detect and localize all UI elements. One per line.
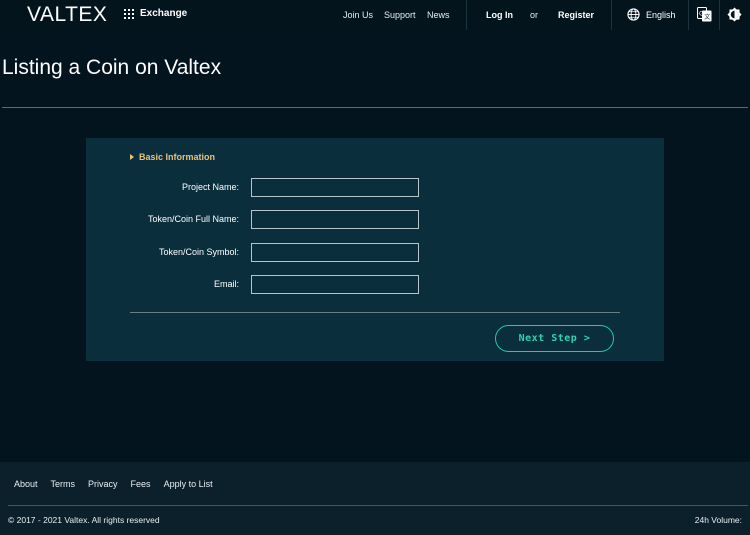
listing-form-card: Basic Information Project Name: Token/Co… <box>86 138 664 361</box>
theme-toggle-icon[interactable] <box>727 7 742 22</box>
title-divider <box>2 107 748 108</box>
register-link[interactable]: Register <box>558 10 594 20</box>
valtex-logo[interactable]: VALTEX <box>27 3 107 27</box>
email-input[interactable] <box>251 275 419 294</box>
page-title: Listing a Coin on Valtex <box>2 56 222 79</box>
nav-divider <box>688 0 689 30</box>
nav-divider <box>611 0 612 30</box>
email-label: Email: <box>213 279 239 289</box>
nav-divider <box>719 0 720 30</box>
footer-link-privacy[interactable]: Privacy <box>88 479 118 489</box>
project-name-input[interactable] <box>251 178 419 197</box>
token-full-name-input[interactable] <box>251 210 419 229</box>
form-row-token-symbol: Token/Coin Symbol: <box>86 243 664 263</box>
footer-divider <box>8 505 748 506</box>
grid-icon <box>124 8 134 19</box>
svg-text:G: G <box>699 11 704 18</box>
footer-link-apply-to-list[interactable]: Apply to List <box>164 479 213 489</box>
or-text: or <box>530 10 539 20</box>
footer-links: About Terms Privacy Fees Apply to List <box>14 479 226 489</box>
news-link[interactable]: News <box>427 10 450 20</box>
join-us-link[interactable]: Join Us <box>343 10 373 20</box>
language-selector[interactable]: English <box>646 10 676 20</box>
form-divider <box>130 312 620 313</box>
form-row-token-full-name: Token/Coin Full Name: <box>86 210 664 230</box>
support-link[interactable]: Support <box>384 10 416 20</box>
section-header[interactable]: Basic Information <box>130 152 215 162</box>
next-step-button[interactable]: Next Step > <box>495 325 614 352</box>
exchange-menu[interactable]: Exchange <box>124 8 187 19</box>
globe-icon[interactable] <box>627 8 640 21</box>
token-symbol-label: Token/Coin Symbol: <box>158 247 239 257</box>
section-title: Basic Information <box>139 152 216 162</box>
copyright-text: © 2017 - 2021 Valtex. All rights reserve… <box>8 515 160 525</box>
footer-link-fees[interactable]: Fees <box>131 479 151 489</box>
project-name-label: Project Name: <box>181 182 239 192</box>
top-navbar: VALTEX Exchange Join Us Support News Log… <box>0 0 750 30</box>
token-full-name-label: Token/Coin Full Name: <box>147 214 239 224</box>
footer-link-about[interactable]: About <box>14 479 38 489</box>
volume-24h: 24h Volume: <box>694 515 742 525</box>
footer-link-terms[interactable]: Terms <box>51 479 76 489</box>
form-row-email: Email: <box>86 275 664 295</box>
login-link[interactable]: Log In <box>486 10 513 20</box>
caret-right-icon <box>130 154 134 160</box>
form-row-project-name: Project Name: <box>86 178 664 198</box>
nav-divider <box>466 0 467 30</box>
translate-icon[interactable]: G 文 <box>697 7 712 22</box>
svg-text:文: 文 <box>704 13 710 21</box>
token-symbol-input[interactable] <box>251 243 419 262</box>
footer: About Terms Privacy Fees Apply to List ©… <box>0 462 750 535</box>
exchange-label: Exchange <box>140 8 188 19</box>
